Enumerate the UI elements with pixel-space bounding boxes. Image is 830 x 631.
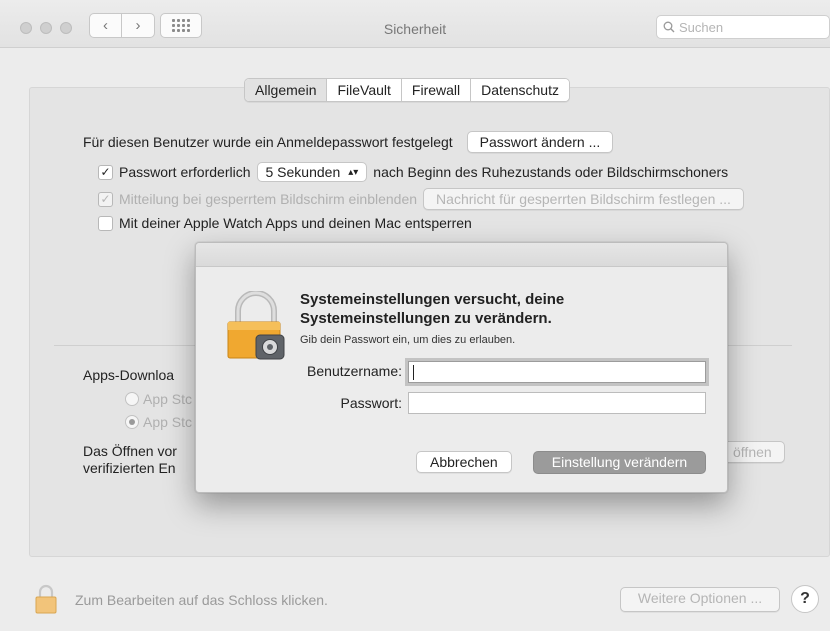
auth-dialog: Systemeinstellungen versucht, deine Syst… [195,242,728,493]
cancel-button[interactable]: Abbrechen [416,451,512,473]
show-message-label: Mitteilung bei gesperrtem Bildschirm ein… [119,191,418,207]
change-password-button[interactable]: Passwort ändern ... [466,131,614,153]
tab-privacy[interactable]: Datenschutz [470,79,569,101]
checkmark-icon: ✓ [100,192,111,206]
require-password-delay-value: 5 Sekunden [265,164,341,180]
tab-bar: Allgemein FileVault Firewall Datenschutz [244,78,570,102]
require-password-label: Passwort erforderlich [119,164,251,180]
text-cursor [413,365,414,380]
system-preferences-window: ‹ › Sicherheit Suchen Allgemein FileVaul… [0,0,830,631]
title-bar: ‹ › Sicherheit Suchen [0,0,830,48]
checkmark-icon: ✓ [100,165,111,179]
apple-watch-label: Mit deiner Apple Watch Apps und deinen M… [119,215,472,231]
username-field[interactable] [408,361,706,383]
search-input[interactable]: Suchen [656,15,830,39]
chevron-updown-icon: ▴▾ [348,166,359,178]
tab-firewall[interactable]: Firewall [400,79,471,101]
username-label: Benutzername: [307,363,402,379]
tab-general[interactable]: Allgemein [245,79,327,101]
password-set-row: Für diesen Benutzer wurde ein Anmeldepas… [83,131,614,153]
open-anyway-text-1: Das Öffnen vor [83,443,177,459]
dialog-title: Systemeinstellungen versucht, deine Syst… [300,291,565,327]
radio-option-1[interactable] [125,392,139,406]
require-password-suffix: nach Beginn des Ruhezustands oder Bildsc… [373,164,729,180]
require-password-checkbox[interactable]: ✓ [98,164,113,180]
dialog-subtitle: Gib dein Passwort ein, um dies zu erlaub… [300,334,516,346]
lock-icon[interactable] [34,584,58,614]
open-anyway-text-2: verifizierten En [83,460,176,476]
apple-watch-checkbox[interactable] [98,215,113,231]
show-message-row: ✓ Mitteilung bei gesperrtem Bildschirm e… [98,188,744,210]
radio-option-2[interactable] [125,415,139,429]
lock-status-text: Zum Bearbeiten auf das Schloss klicken. [75,592,328,608]
modify-settings-button[interactable]: Einstellung verändern [533,451,706,474]
set-lock-message-button[interactable]: Nachricht für gesperrten Bildschirm fest… [423,188,744,210]
password-field[interactable] [408,392,706,414]
apple-watch-row: Mit deiner Apple Watch Apps und deinen M… [98,215,472,231]
advanced-options-button[interactable]: Weitere Optionen ... [620,587,780,612]
help-button[interactable]: ? [791,585,819,613]
require-password-delay-select[interactable]: 5 Sekunden ▴▾ [256,162,368,182]
download-option-2[interactable]: App Stc [125,414,192,430]
download-option-1[interactable]: App Stc [125,391,192,407]
search-icon [663,21,675,33]
password-label: Passwort: [340,395,402,411]
download-option-2-label: App Stc [143,414,193,430]
dialog-title-bar [196,243,727,267]
download-option-1-label: App Stc [143,391,193,407]
lock-icon [227,291,285,360]
show-message-checkbox[interactable]: ✓ [98,191,113,207]
require-password-row: ✓ Passwort erforderlich 5 Sekunden ▴▾ na… [98,162,728,182]
tab-filevault[interactable]: FileVault [326,79,401,101]
search-placeholder: Suchen [679,19,724,35]
downloads-heading: Apps-Downloa [83,367,175,383]
password-set-text: Für diesen Benutzer wurde ein Anmeldepas… [83,134,453,150]
